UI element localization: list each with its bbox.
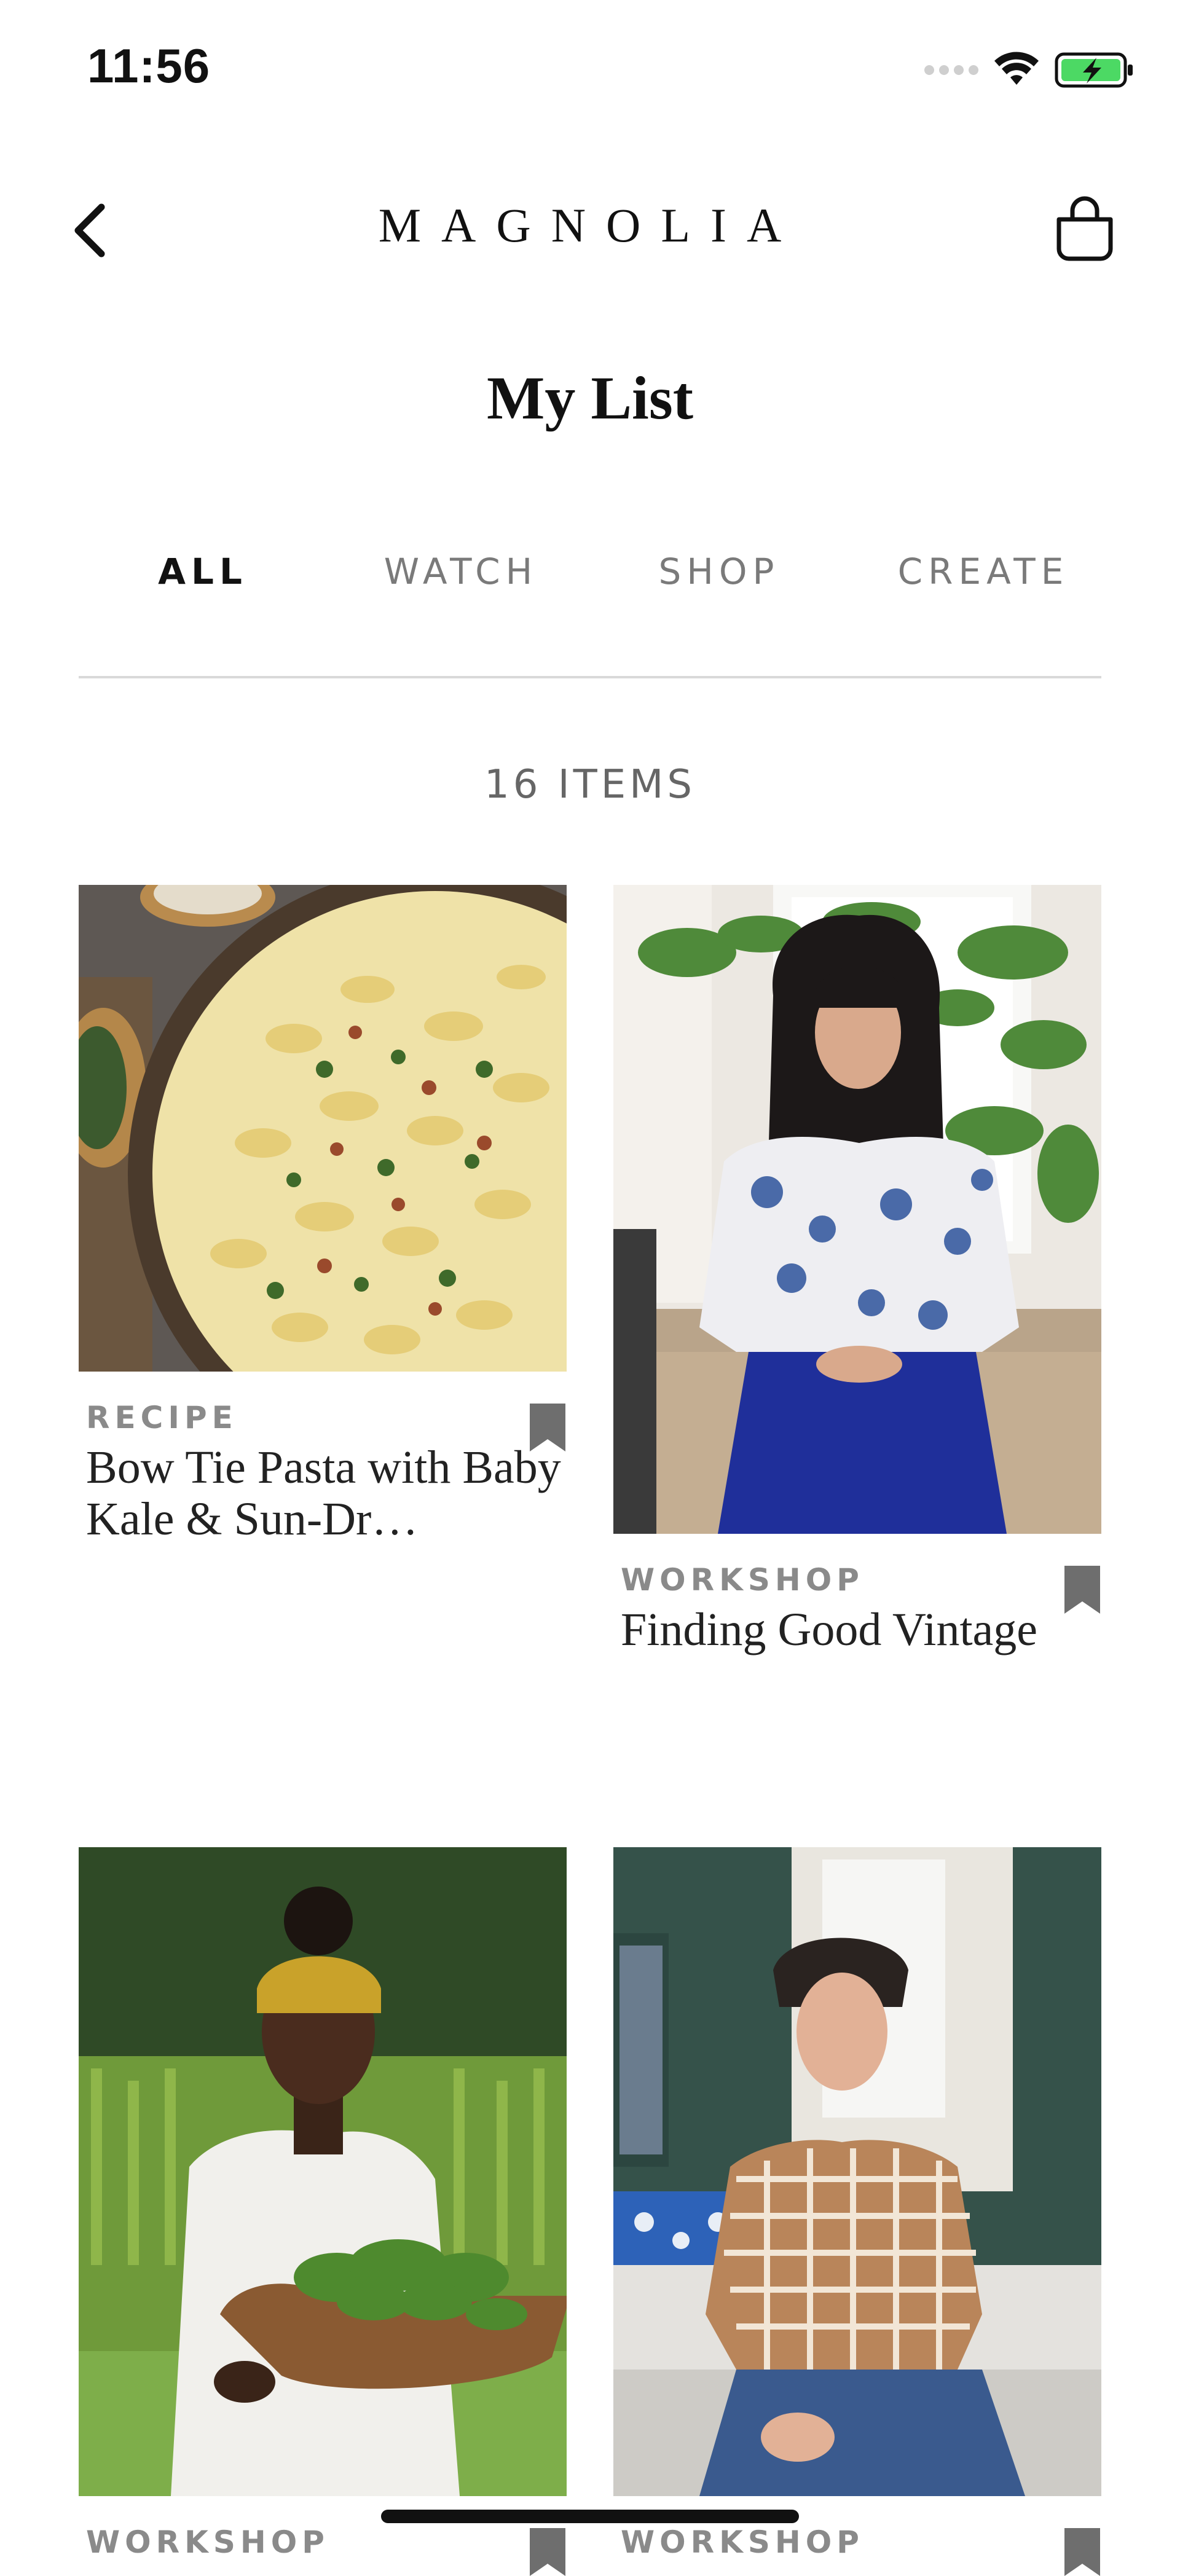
status-bar: 11:56: [0, 0, 1180, 141]
list-item[interactable]: WORKSHOP Finding Good Vintage: [613, 885, 1101, 1684]
card-meta: RECIPE Bow Tie Pasta with Baby Kale & Su…: [86, 1400, 567, 1545]
workshop-photo[interactable]: [613, 885, 1101, 1534]
item-count: 16 ITEMS: [484, 762, 696, 807]
cellular-signal-icon: [924, 65, 978, 75]
workshop-photo[interactable]: [613, 1847, 1101, 2496]
card-category: WORKSHOP: [86, 2524, 329, 2560]
card-meta: WORKSHOP: [621, 2524, 1101, 2560]
home-indicator[interactable]: [381, 2510, 799, 2523]
card-category: RECIPE: [86, 1400, 238, 1435]
card-title[interactable]: Finding Good Vintage: [621, 1604, 1100, 1655]
recipe-photo[interactable]: [79, 885, 567, 1372]
battery-charging-icon: [1055, 52, 1133, 88]
filter-tabs: ALL WATCH SHOP CREATE: [98, 541, 1082, 602]
bookmark-icon[interactable]: [1064, 2528, 1100, 2576]
card-category: WORKSHOP: [621, 2524, 864, 2560]
nav-bar: MAGNOLIA: [0, 160, 1180, 289]
bookmark-icon[interactable]: [530, 2528, 565, 2576]
card-title[interactable]: Bow Tie Pasta with Baby Kale & Sun-Dr…: [86, 1442, 565, 1545]
status-icons: [924, 50, 1135, 90]
list-item[interactable]: WORKSHOP: [613, 1847, 1101, 2576]
list-item[interactable]: RECIPE Bow Tie Pasta with Baby Kale & Su…: [79, 885, 567, 1561]
tab-watch[interactable]: WATCH: [356, 541, 565, 602]
wifi-icon: [994, 52, 1039, 85]
shopping-bag-icon: [1056, 196, 1113, 261]
page-title: My List: [486, 364, 694, 432]
status-time: 11:56: [87, 39, 211, 93]
brand-logo[interactable]: MAGNOLIA: [0, 198, 1180, 253]
card-category: WORKSHOP: [621, 1562, 864, 1598]
card-meta: WORKSHOP: [86, 2524, 567, 2560]
tab-create[interactable]: CREATE: [867, 541, 1100, 602]
tab-shop[interactable]: SHOP: [615, 541, 824, 602]
list-item[interactable]: WORKSHOP: [79, 1847, 567, 2576]
tabs-divider: [79, 676, 1101, 678]
bookmark-icon[interactable]: [1064, 1566, 1100, 1614]
workshop-photo[interactable]: [79, 1847, 567, 2496]
tab-all[interactable]: ALL: [98, 541, 307, 602]
card-meta: WORKSHOP Finding Good Vintage: [621, 1562, 1101, 1655]
cart-button[interactable]: [1045, 184, 1125, 270]
bookmark-icon[interactable]: [530, 1404, 565, 1451]
